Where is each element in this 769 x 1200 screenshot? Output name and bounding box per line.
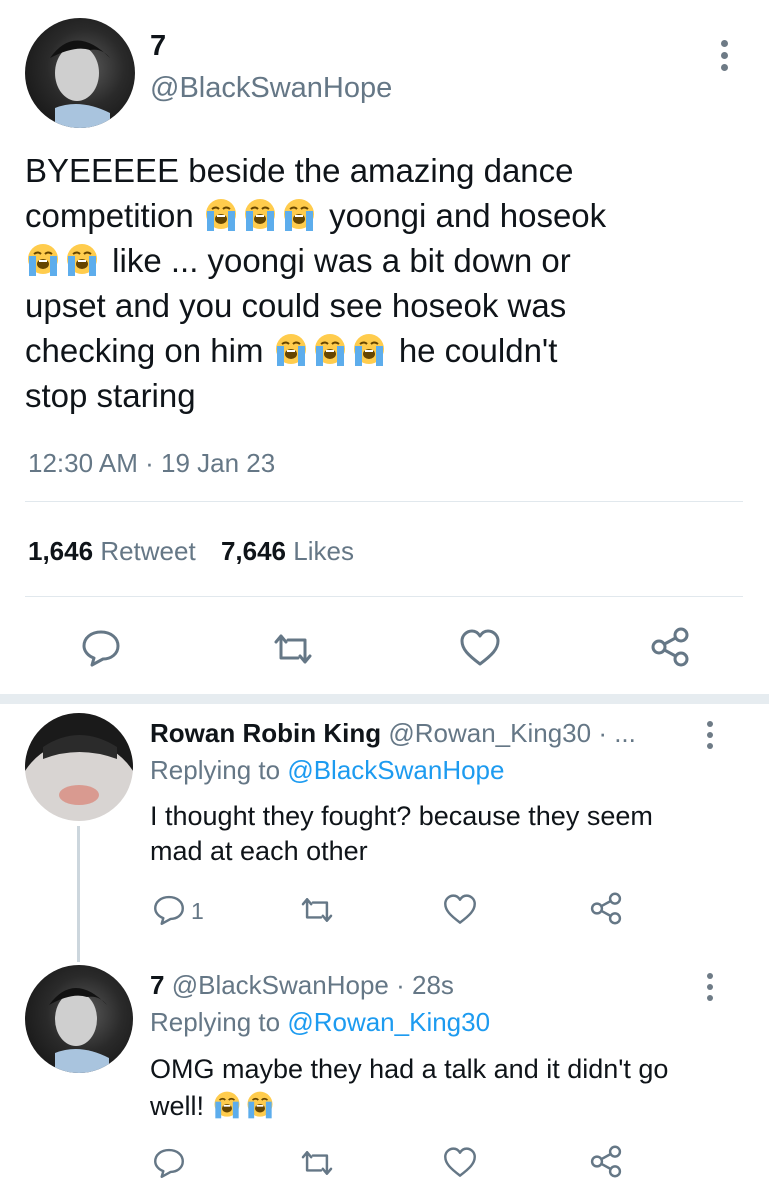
reply-handle[interactable]: @Rowan_King30 [388,718,591,748]
separator: · ... [598,718,636,748]
divider [25,596,743,597]
tweet-text: BYEEEEE beside the amazing dance competi… [25,148,745,418]
tweet-text-line: competition yoongi and hoseok [25,197,607,234]
share-icon[interactable] [648,626,692,668]
replying-prefix: Replying to [150,1007,281,1037]
reply-text-line: mad at each other [150,836,368,866]
like-icon[interactable] [458,628,502,668]
tweet-text-line: like ... yoongi was a bit down or [25,238,745,283]
reply-icon[interactable] [152,1146,186,1180]
author-avatar[interactable] [25,18,135,128]
tweet-time: 12:30 AM [28,448,138,478]
share-icon[interactable] [588,1144,624,1179]
retweet-stat[interactable]: 1,646 Retweet [28,536,203,566]
retweet-icon[interactable] [298,1147,336,1179]
tweet-date: 19 Jan 23 [161,448,276,478]
tweet-timestamp[interactable]: 12:30 AM · 19 Jan 23 [28,448,275,479]
more-options-icon[interactable] [721,40,728,76]
thread-line [77,826,80,962]
more-options-icon[interactable] [707,721,714,754]
tweet-text-line: checking on him he couldn't [25,332,558,369]
loudly-crying-face-icon [212,1090,242,1120]
reply-avatar[interactable] [25,713,133,821]
likes-stat[interactable]: 7,646 Likes [221,536,354,566]
loudly-crying-face-icon [312,332,348,368]
replying-to: Replying to @BlackSwanHope [150,755,504,786]
retweet-icon[interactable] [298,894,336,926]
reply-text: OMG maybe they had a talk and it didn't … [150,1051,750,1125]
loudly-crying-face-icon [64,242,100,278]
reply-count: 1 [191,898,204,924]
author-handle[interactable]: @BlackSwanHope [150,72,392,105]
reply-icon[interactable] [152,893,186,927]
replying-to-link[interactable]: @BlackSwanHope [287,755,504,785]
reply-text: I thought they fought? because they seem… [150,799,750,869]
loudly-crying-face-icon [242,197,278,233]
reply-header: Rowan Robin King @Rowan_King30 · ... [150,718,636,749]
likes-label: Likes [293,536,354,566]
reply-time: 28s [412,970,454,1000]
reply-text-line: I thought they fought? because they seem [150,801,653,831]
reply-icon[interactable] [80,628,122,668]
retweet-count: 1,646 [28,536,94,566]
loudly-crying-face-icon [245,1090,275,1120]
tweet-text-line: upset and you could see hoseok was [25,287,567,324]
like-icon[interactable] [442,1146,478,1179]
replying-to: Replying to @Rowan_King30 [150,1007,490,1038]
retweet-icon[interactable] [270,630,316,668]
like-icon[interactable] [442,893,478,926]
reply-text-line: well! [150,1088,750,1125]
likes-count: 7,646 [220,536,287,566]
tweet-text-line: BYEEEEE beside the amazing dance [25,152,574,189]
reply-display-name[interactable]: 7 [150,970,164,1000]
loudly-crying-face-icon [351,332,387,368]
reply-text-line: OMG maybe they had a talk and it didn't … [150,1054,669,1084]
tweet-text-line: stop staring [25,377,196,414]
section-separator [0,694,769,704]
author-display-name[interactable]: 7 [150,30,166,63]
more-options-icon[interactable] [707,973,714,1006]
share-icon[interactable] [588,891,624,926]
replying-prefix: Replying to [150,755,281,785]
reply-display-name[interactable]: Rowan Robin King [150,718,381,748]
loudly-crying-face-icon [281,197,317,233]
divider [25,501,743,502]
loudly-crying-face-icon [203,197,239,233]
retweet-label: Retweet [100,536,196,566]
separator: · [145,448,154,478]
reply-header: 7 @BlackSwanHope · 28s [150,970,454,1001]
loudly-crying-face-icon [25,242,61,278]
reply-handle[interactable]: @BlackSwanHope [172,970,389,1000]
engagement-stats: 1,646 Retweet 7,646 Likes [28,536,354,567]
replying-to-link[interactable]: @Rowan_King30 [287,1007,490,1037]
reply-avatar[interactable] [25,965,133,1073]
loudly-crying-face-icon [273,332,309,368]
separator: · [396,970,405,1000]
